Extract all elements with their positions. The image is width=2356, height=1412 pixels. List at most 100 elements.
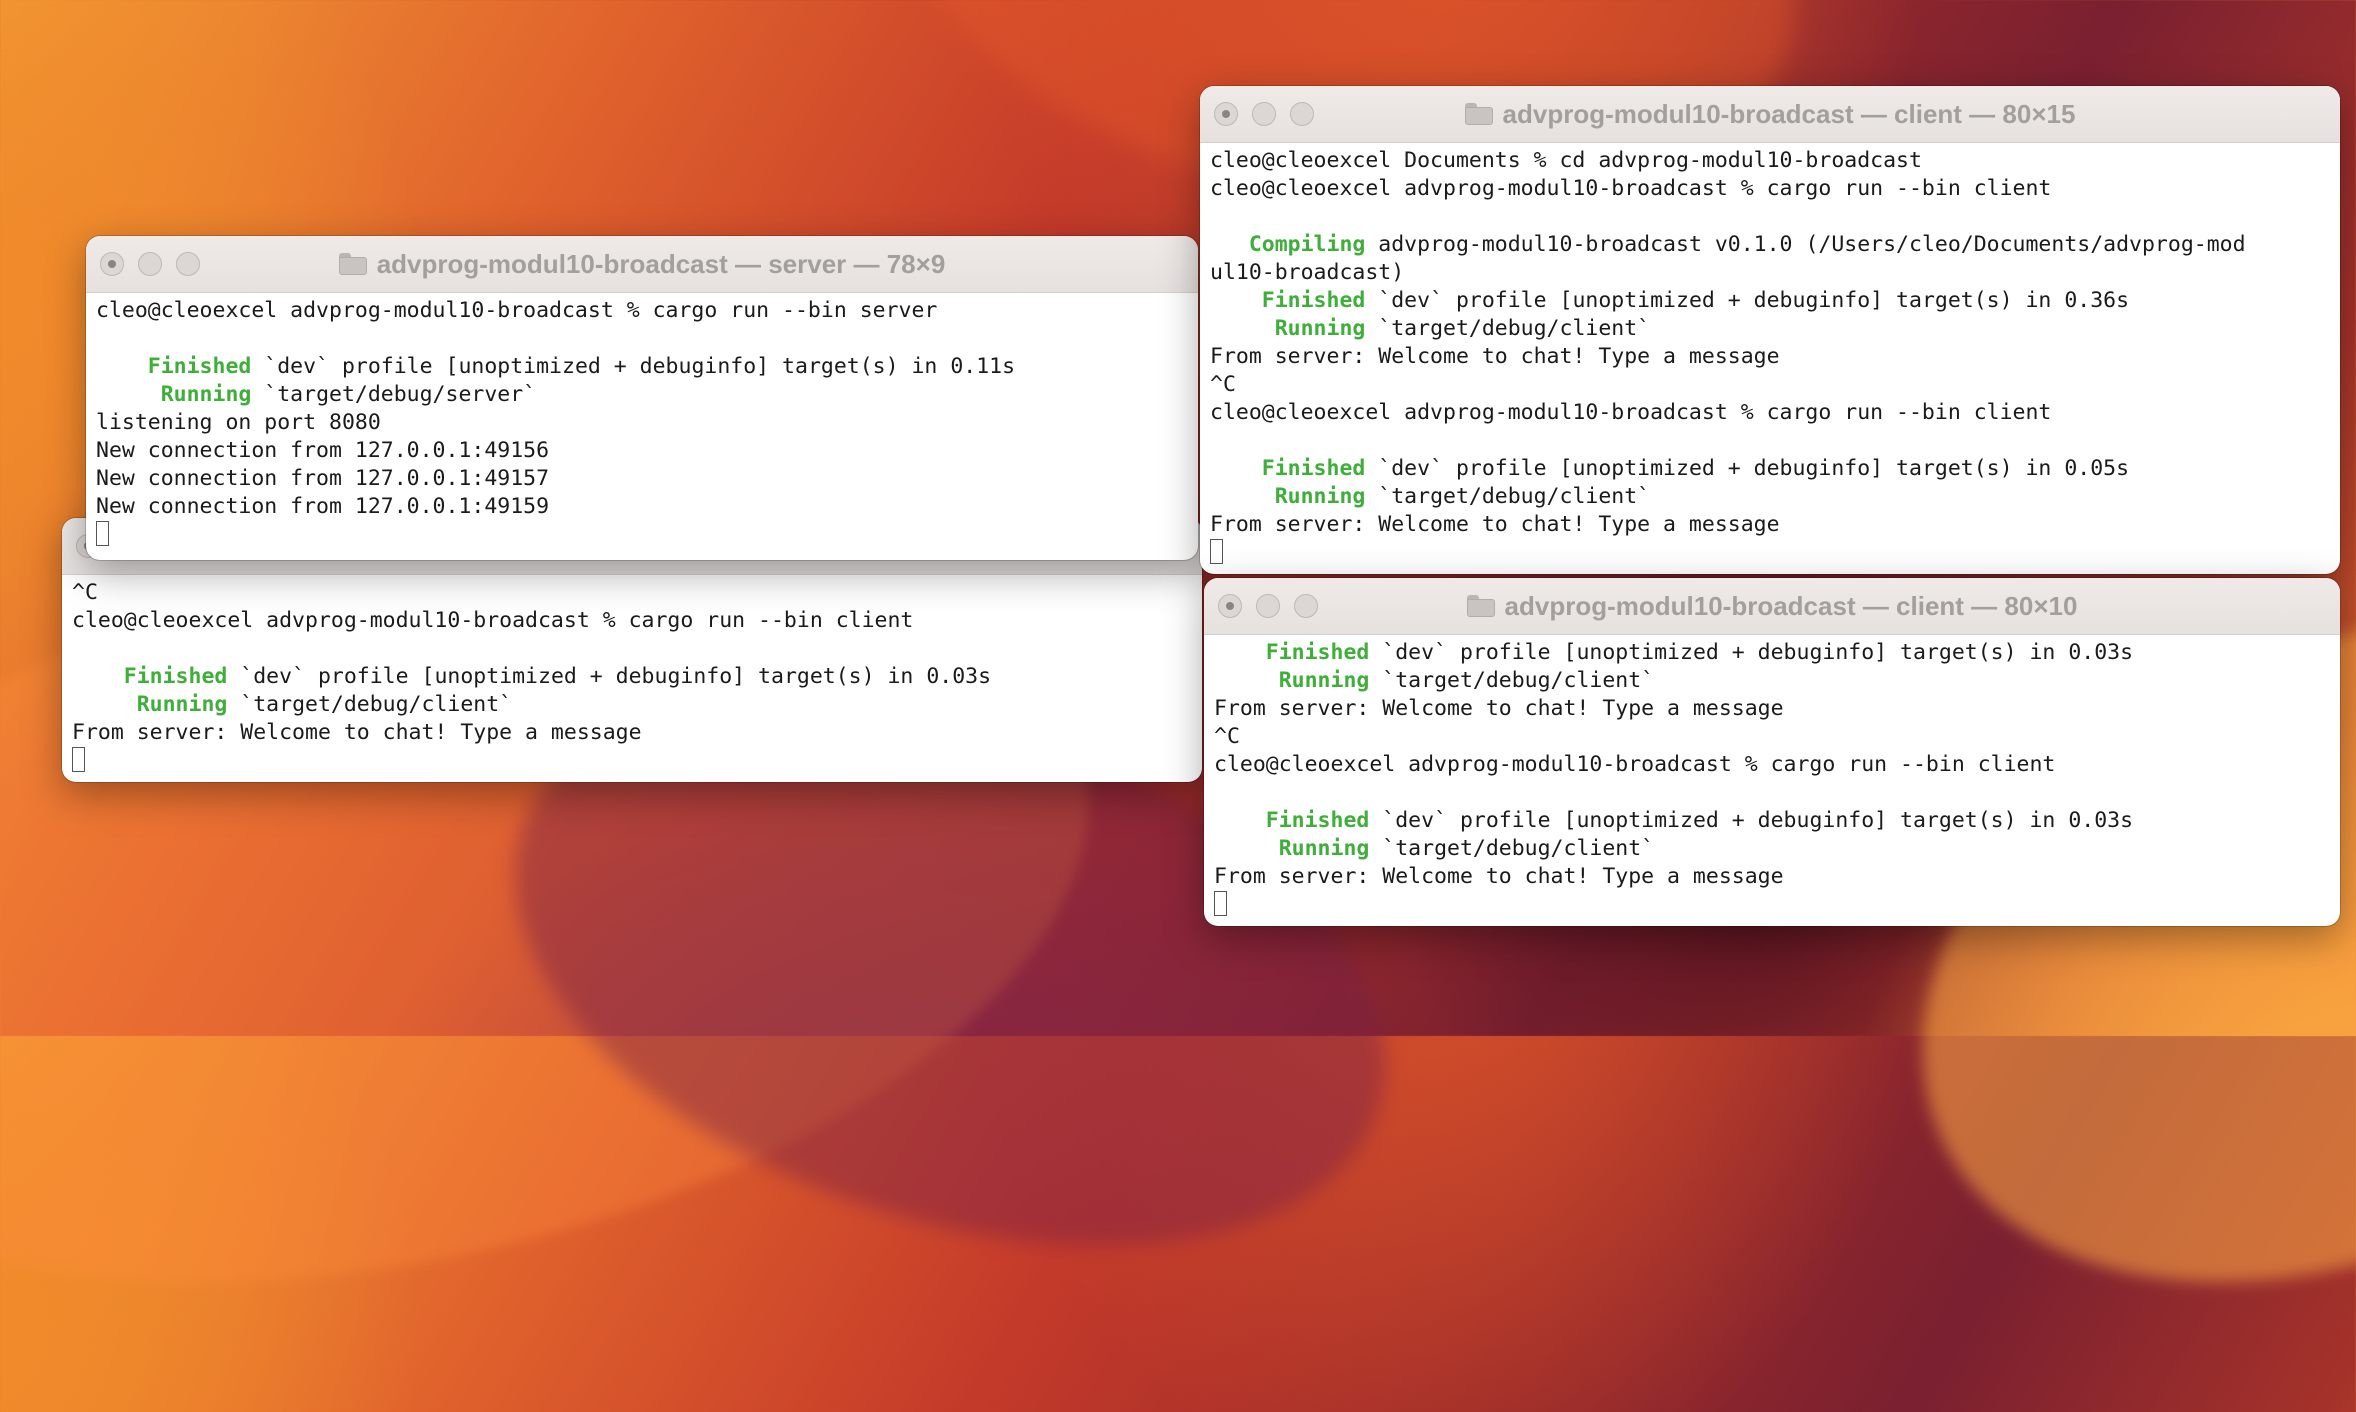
terminal-window-client-bottom-right[interactable]: advprog-modul10-broadcast — client — 80×… (1204, 578, 2340, 926)
title-text: advprog-modul10-broadcast — client — 80×… (1502, 98, 2076, 129)
prompt-line (1210, 539, 2330, 567)
line-text: From server: Welcome to chat! Type a mes… (1210, 512, 1780, 537)
status-label: Compiling (1210, 232, 1366, 257)
terminal-line: Compiling advprog-modul10-broadcast v0.1… (1210, 231, 2330, 259)
terminal-output[interactable]: Finished `dev` profile [unoptimized + de… (1204, 635, 2340, 919)
terminal-line: Running `target/debug/client` (72, 691, 1192, 719)
zoom-icon[interactable] (176, 252, 200, 276)
line-text: `target/debug/client` (1369, 836, 1655, 861)
title-bar[interactable]: advprog-modul10-broadcast — client — 80×… (1204, 578, 2340, 635)
terminal-line: ^C (1210, 371, 2330, 399)
line-text: New connection from 127.0.0.1:49157 (96, 466, 550, 491)
cursor[interactable] (1210, 539, 1223, 564)
close-icon[interactable] (100, 252, 124, 276)
line-text: `dev` profile [unoptimized + debuginfo] … (1365, 288, 2130, 313)
line-text: New connection from 127.0.0.1:49159 (96, 494, 550, 519)
line-text: From server: Welcome to chat! Type a mes… (72, 720, 642, 745)
minimize-icon[interactable] (1256, 594, 1280, 618)
zoom-icon[interactable] (1294, 594, 1318, 618)
status-label: Finished (1210, 288, 1366, 313)
line-text: cleo@cleoexcel advprog-modul10-broadcast… (1214, 752, 2056, 777)
terminal-output[interactable]: cleo@cleoexcel Documents % cd advprog-mo… (1200, 143, 2340, 567)
folder-icon (1466, 595, 1495, 617)
line-text: `dev` profile [unoptimized + debuginfo] … (227, 664, 992, 689)
terminal-line: Running `target/debug/server` (96, 381, 1188, 409)
window-title: advprog-modul10-broadcast — server — 78×… (338, 248, 946, 280)
terminal-output[interactable]: ^C cleo@cleoexcel advprog-modul10-broadca… (62, 575, 1202, 775)
folder-icon (1464, 103, 1493, 125)
terminal-line: ^C (72, 579, 1192, 607)
line-text: `dev` profile [unoptimized + debuginfo] … (1369, 640, 2134, 665)
terminal-line: New connection from 127.0.0.1:49156 (96, 437, 1188, 465)
terminal-line: cleo@cleoexcel advprog-modul10-broadcast… (1210, 399, 2330, 427)
terminal-line: From server: Welcome to chat! Type a mes… (1214, 695, 2330, 723)
terminal-line: ^C (1214, 723, 2330, 751)
close-icon[interactable] (1214, 102, 1238, 126)
line-text: cleo@cleoexcel advprog-modul10-broadcast… (72, 608, 914, 633)
status-label: Running (96, 382, 252, 407)
status-label: Running (1210, 316, 1366, 341)
window-title: advprog-modul10-broadcast — client — 80×… (1464, 98, 2076, 130)
zoom-icon[interactable] (1290, 102, 1314, 126)
terminal-line: cleo@cleoexcel advprog-modul10-broadcast… (72, 607, 1192, 635)
close-icon[interactable] (1218, 594, 1242, 618)
line-text: From server: Welcome to chat! Type a mes… (1210, 344, 1780, 369)
title-text: advprog-modul10-broadcast — server — 78×… (376, 248, 946, 279)
cursor[interactable] (96, 521, 109, 546)
terminal-line: cleo@cleoexcel Documents % cd advprog-mo… (1210, 147, 2330, 175)
cursor[interactable] (1214, 891, 1227, 916)
prompt-line (1214, 891, 2330, 919)
terminal-line: cleo@cleoexcel advprog-modul10-broadcast… (1214, 751, 2330, 779)
status-label: Running (1214, 668, 1370, 693)
cursor[interactable] (72, 747, 85, 772)
folder-icon (338, 253, 367, 275)
terminal-line: New connection from 127.0.0.1:49159 (96, 493, 1188, 521)
terminal-line: Finished `dev` profile [unoptimized + de… (96, 353, 1188, 381)
terminal-line: Finished `dev` profile [unoptimized + de… (1214, 639, 2330, 667)
terminal-line: Finished `dev` profile [unoptimized + de… (1210, 455, 2330, 483)
window-title: advprog-modul10-broadcast — client — 80×… (1466, 591, 2077, 622)
line-text: advprog-modul10-broadcast v0.1.0 (/Users… (1365, 232, 2246, 257)
status-label: Finished (96, 354, 252, 379)
terminal-output[interactable]: cleo@cleoexcel advprog-modul10-broadcast… (86, 293, 1198, 549)
terminal-line: From server: Welcome to chat! Type a mes… (1210, 343, 2330, 371)
line-text: `target/debug/client` (1365, 316, 1651, 341)
terminal-line: listening on port 8080 (96, 409, 1188, 437)
window-controls (1218, 578, 1318, 634)
terminal-line: ul10-broadcast) (1210, 259, 2330, 287)
window-controls (100, 236, 200, 292)
line-text: ^C (1210, 372, 1236, 397)
title-bar[interactable]: advprog-modul10-broadcast — server — 78×… (86, 236, 1198, 293)
status-label: Running (1214, 836, 1370, 861)
line-text: `dev` profile [unoptimized + debuginfo] … (251, 354, 1016, 379)
line-text: cleo@cleoexcel advprog-modul10-broadcast… (1210, 176, 2052, 201)
line-text: ul10-broadcast) (1210, 260, 1405, 285)
status-label: Finished (1214, 808, 1370, 833)
status-label: Finished (1210, 456, 1366, 481)
line-text: `dev` profile [unoptimized + debuginfo] … (1369, 808, 2134, 833)
minimize-icon[interactable] (138, 252, 162, 276)
line-text: listening on port 8080 (96, 410, 381, 435)
terminal-line: Finished `dev` profile [unoptimized + de… (1214, 807, 2330, 835)
title-bar[interactable]: advprog-modul10-broadcast — client — 80×… (1200, 86, 2340, 143)
terminal-line: Running `target/debug/client` (1210, 483, 2330, 511)
terminal-window-client-top-right[interactable]: advprog-modul10-broadcast — client — 80×… (1200, 86, 2340, 574)
terminal-line: Running `target/debug/client` (1214, 667, 2330, 695)
status-label: Finished (1214, 640, 1370, 665)
terminal-line: Finished `dev` profile [unoptimized + de… (1210, 287, 2330, 315)
line-text: `target/debug/client` (227, 692, 513, 717)
terminal-line: cleo@cleoexcel advprog-modul10-broadcast… (1210, 175, 2330, 203)
terminal-window-server[interactable]: advprog-modul10-broadcast — server — 78×… (86, 236, 1198, 560)
minimize-icon[interactable] (1252, 102, 1276, 126)
terminal-line: cleo@cleoexcel advprog-modul10-broadcast… (96, 297, 1188, 325)
prompt-line (72, 747, 1192, 775)
status-label: Running (72, 692, 228, 717)
line-text: `dev` profile [unoptimized + debuginfo] … (1365, 456, 2130, 481)
status-label: Finished (72, 664, 228, 689)
line-text: cleo@cleoexcel advprog-modul10-broadcast… (1210, 400, 2052, 425)
terminal-line: From server: Welcome to chat! Type a mes… (1214, 863, 2330, 891)
line-text: `target/debug/client` (1365, 484, 1651, 509)
